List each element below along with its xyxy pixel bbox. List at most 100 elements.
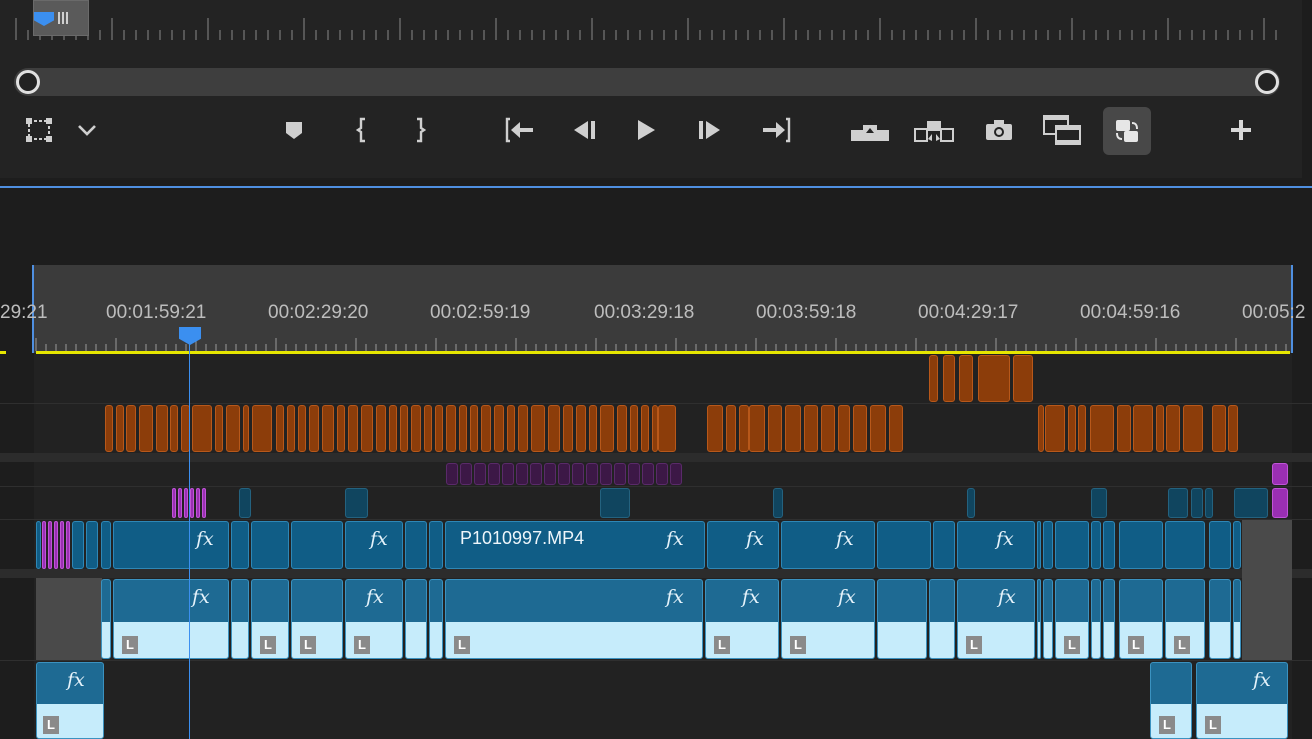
audio-clip[interactable]: fx L [957,579,1035,659]
video-clip[interactable]: fx [113,521,229,569]
caption-clip[interactable] [889,405,903,452]
caption-clip[interactable] [617,405,627,452]
video-clip[interactable] [86,521,98,569]
video-clip-small[interactable] [1091,488,1107,518]
add-marker-button[interactable] [278,112,310,148]
video-clip[interactable] [231,521,249,569]
extract-button[interactable] [910,112,958,148]
video-clip-small[interactable] [239,488,251,518]
caption-clip[interactable] [1166,405,1180,452]
caption-clip[interactable] [1133,405,1153,452]
audio-clip[interactable]: fx L [1196,662,1288,739]
audio-clip[interactable]: L [1165,579,1205,659]
video-clip-small[interactable] [345,488,368,518]
caption-clip[interactable] [252,405,272,452]
adjustment-clip[interactable] [190,488,194,518]
caption-clip[interactable] [838,405,850,452]
panel-divider[interactable] [0,186,1312,188]
caption-clip[interactable] [589,405,597,452]
caption-clip[interactable] [459,405,467,452]
caption-clip[interactable] [361,405,373,452]
mark-in-button[interactable] [348,112,376,148]
video-clip[interactable] [72,521,84,569]
audio-clip[interactable] [1209,579,1231,659]
export-frame-button[interactable] [980,112,1018,148]
audio-clip[interactable]: fx L [36,662,104,739]
audio-clip[interactable]: fx L [113,579,229,659]
caption-clip[interactable] [1117,405,1131,452]
caption-clip[interactable] [749,405,765,452]
audio-clip[interactable]: L [291,579,343,659]
caption-clip[interactable] [641,405,649,452]
audio-clip[interactable] [877,579,927,659]
mark-out-button[interactable] [406,112,434,148]
video-clip-small[interactable] [1205,488,1213,518]
caption-clip[interactable] [481,405,491,452]
caption-clip[interactable] [424,405,432,452]
button-editor-button[interactable] [1222,112,1260,148]
audio-clip[interactable]: fx L [345,579,403,659]
caption-clip[interactable] [1013,355,1033,402]
video-clip[interactable] [1091,521,1101,569]
audio-clip[interactable]: L [1119,579,1163,659]
comparison-view-button[interactable] [1040,112,1084,148]
audio-clip[interactable] [429,579,443,659]
audio-clip[interactable]: fx L [781,579,875,659]
graphics-clip[interactable] [586,463,598,485]
toggle-proxies-button[interactable] [1103,107,1151,155]
caption-clip[interactable] [105,405,113,452]
caption-clip[interactable] [298,405,306,452]
video-clip[interactable] [877,521,931,569]
graphics-clip[interactable] [488,463,500,485]
caption-clip[interactable] [1078,405,1086,452]
caption-clip[interactable] [1212,405,1226,452]
video-clip[interactable]: fx [781,521,875,569]
audio-clip[interactable] [101,579,111,659]
caption-clip[interactable] [768,405,782,452]
zoom-scrollbar-right-knob[interactable] [1255,70,1279,94]
video-clip[interactable]: fx [957,521,1035,569]
graphics-clip[interactable] [502,463,514,485]
video-clip[interactable] [291,521,343,569]
graphics-clip[interactable] [460,463,472,485]
graphics-clip[interactable] [614,463,626,485]
caption-clip[interactable] [170,405,178,452]
caption-clip[interactable] [1038,405,1044,452]
settings-dropdown-button[interactable] [72,112,102,148]
caption-clip[interactable] [1045,405,1065,452]
video-clip[interactable]: fx [707,521,779,569]
caption-clip[interactable] [707,405,723,452]
video-clip[interactable] [1043,521,1053,569]
video-clip[interactable] [1037,521,1041,569]
caption-clip[interactable] [600,405,614,452]
adjustment-clip[interactable] [184,488,188,518]
caption-clip[interactable] [348,405,358,452]
audio-clip[interactable] [1037,579,1041,659]
graphics-clip[interactable] [656,463,668,485]
caption-clip[interactable] [226,405,240,452]
caption-clip[interactable] [116,405,124,452]
caption-clip[interactable] [658,405,676,452]
caption-clip[interactable] [1183,405,1203,452]
video-clip-small[interactable] [1234,488,1268,518]
go-to-in-button[interactable] [500,112,540,148]
video-clip[interactable] [54,521,58,569]
caption-clip[interactable] [446,405,456,452]
caption-clip[interactable] [870,405,886,452]
caption-clip[interactable] [739,405,749,452]
video-clip[interactable] [60,521,64,569]
caption-clip[interactable] [1156,405,1164,452]
caption-clip[interactable] [821,405,835,452]
video-clip[interactable] [933,521,955,569]
graphics-clip[interactable] [530,463,542,485]
monitor-zoom-scrollbar[interactable] [14,68,1280,96]
go-to-out-button[interactable] [756,112,796,148]
graphics-clip[interactable] [558,463,570,485]
caption-clip[interactable] [1228,405,1238,452]
graphics-clip[interactable] [446,463,458,485]
graphics-clip[interactable] [1272,463,1288,485]
audio-clip[interactable] [1043,579,1053,659]
zoom-scrollbar-left-knob[interactable] [16,70,40,94]
video-clip[interactable] [42,521,46,569]
caption-clip[interactable] [435,405,443,452]
